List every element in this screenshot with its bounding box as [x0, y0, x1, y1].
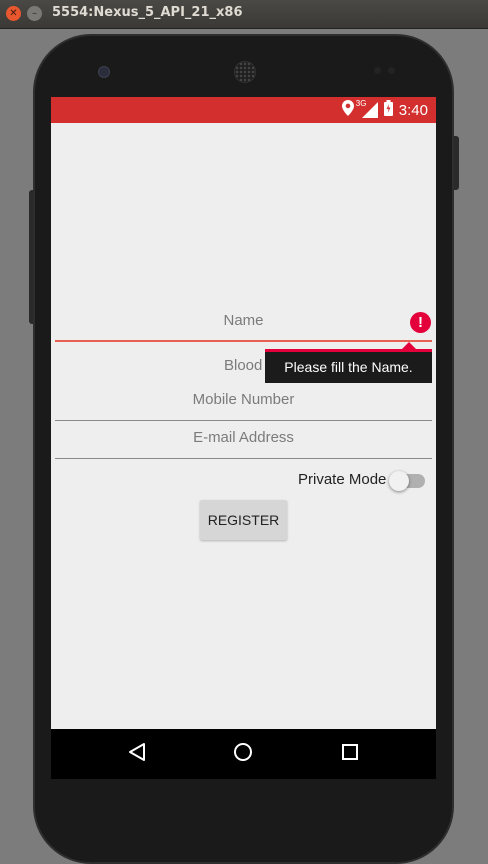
location-icon	[341, 100, 354, 120]
navigation-bar	[51, 729, 436, 779]
recents-button[interactable]	[338, 742, 362, 766]
register-button[interactable]: REGISTER	[200, 500, 287, 540]
minimize-icon: –	[32, 7, 37, 19]
signal-icon: 3G	[356, 99, 378, 118]
private-mode-label: Private Mode	[298, 471, 387, 488]
error-popup-arrow	[402, 342, 416, 349]
error-popup: Please fill the Name.	[265, 349, 432, 383]
name-placeholder: Name	[223, 312, 264, 329]
status-bar: 3G 3:40	[51, 97, 436, 123]
mobile-placeholder: Mobile Number	[192, 391, 295, 408]
window-minimize-button[interactable]: –	[27, 6, 42, 21]
battery-icon	[383, 100, 393, 120]
back-icon	[127, 742, 147, 766]
error-icon[interactable]: !	[410, 312, 431, 333]
earpiece-speaker	[234, 61, 256, 83]
home-icon	[233, 742, 253, 766]
home-button[interactable]	[231, 742, 255, 766]
email-placeholder: E-mail Address	[193, 429, 294, 446]
email-underline	[55, 458, 432, 459]
status-time: 3:40	[398, 101, 428, 119]
power-button[interactable]	[454, 136, 459, 190]
name-underline	[55, 340, 432, 342]
recents-icon	[341, 743, 359, 765]
error-message: Please fill the Name.	[284, 359, 413, 375]
mobile-number-field[interactable]: Mobile Number	[55, 383, 432, 421]
device-screen: 3G 3:40 Name ! Blood Please fill the Nam…	[51, 97, 436, 779]
front-camera	[98, 66, 110, 78]
name-field[interactable]: Name	[55, 304, 432, 342]
private-mode-switch[interactable]	[389, 471, 427, 491]
back-button[interactable]	[125, 742, 149, 766]
window-titlebar: ✕ – 5554:Nexus_5_API_21_x86	[0, 0, 488, 29]
proximity-sensor	[374, 67, 381, 74]
switch-thumb	[389, 471, 409, 491]
light-sensor	[388, 67, 395, 74]
email-field[interactable]: E-mail Address	[55, 421, 432, 459]
window-close-button[interactable]: ✕	[6, 6, 21, 21]
close-icon: ✕	[9, 7, 18, 19]
network-type-label: 3G	[355, 99, 367, 108]
window-title: 5554:Nexus_5_API_21_x86	[52, 5, 243, 20]
